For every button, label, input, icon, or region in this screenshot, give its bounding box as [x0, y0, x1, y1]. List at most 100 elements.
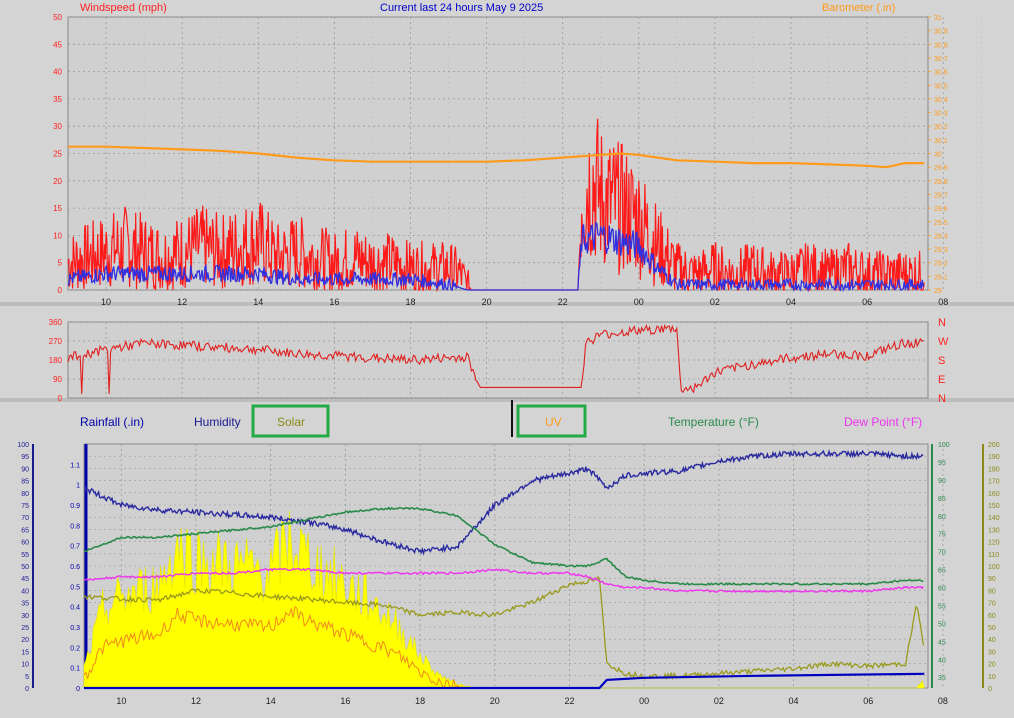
temperature-tick-label: 75	[938, 532, 946, 539]
barometer-tick-label: 29.2	[934, 261, 948, 268]
humidity-tick-label: 35	[21, 601, 29, 608]
barometer-tick-label: 30.9	[934, 29, 948, 36]
barometer-tick-label: 30.8	[934, 42, 948, 49]
x-tick-label: 20	[482, 297, 492, 307]
x-tick-label: 10	[101, 297, 111, 307]
temperature-tick-label: 55	[938, 603, 946, 610]
legend-uv: UV	[545, 415, 562, 429]
x-tick-label: 02	[710, 297, 720, 307]
legend-humidity: Humidity	[194, 415, 241, 429]
temperature-tick-label: 50	[938, 621, 946, 628]
x-tick-label: 12	[177, 297, 187, 307]
barometer-tick-label: 29.7	[934, 192, 948, 199]
humidity-tick-label: 25	[21, 625, 29, 632]
barometer-tick-label: 30.2	[934, 124, 948, 131]
x-tick-label: 08	[938, 696, 948, 706]
barometer-tick-label: 30.1	[934, 138, 948, 145]
temperature-tick-label: 90	[938, 478, 946, 485]
barometer-tick-label: 29.4	[934, 233, 948, 240]
solar-tick-label: 10	[988, 674, 996, 681]
temperature-tick-label: 100	[938, 442, 950, 449]
solar-tick-label: 120	[988, 540, 1000, 547]
x-tick-label: 16	[329, 297, 339, 307]
solar-tick-label: 180	[988, 466, 1000, 473]
x-tick-label: 06	[862, 297, 872, 307]
solar-tick-label: 110	[988, 552, 999, 559]
humidity-tick-label: 100	[17, 442, 29, 449]
humidity-tick-label: 85	[21, 479, 29, 486]
windspeed-tick-label: 20	[53, 177, 62, 186]
direction-tick-label: 90	[53, 375, 62, 384]
rainfall-tick-label: 1.1	[70, 462, 80, 469]
temperature-tick-label: 80	[938, 514, 946, 521]
temperature-tick-label: 35	[938, 675, 946, 682]
windspeed-tick-label: 30	[53, 122, 62, 131]
temperature-tick-label: 85	[938, 496, 946, 503]
compass-tick-label: E	[938, 374, 945, 386]
humidity-tick-label: 95	[21, 454, 29, 461]
windspeed-tick-label: 10	[53, 231, 62, 240]
temperature-tick-label: 95	[938, 460, 946, 467]
solar-tick-label: 130	[988, 527, 1000, 534]
rainfall-tick-label: 0.1	[70, 666, 80, 673]
barometer-tick-label: 31	[934, 15, 942, 22]
rainfall-tick-label: 0.3	[70, 625, 80, 632]
solar-tick-label: 200	[988, 442, 1000, 449]
barometer-tick-label: 30.4	[934, 97, 948, 104]
x-tick-label: 20	[490, 696, 500, 706]
solar-tick-label: 20	[988, 662, 996, 669]
x-tick-label: 02	[714, 696, 724, 706]
solar-tick-label: 90	[988, 576, 996, 583]
windspeed-tick-label: 40	[53, 68, 62, 77]
barometer-tick-label: 29	[934, 288, 942, 295]
rainfall-tick-label: 0.6	[70, 564, 80, 571]
barometer-tick-label: 30.6	[934, 70, 948, 77]
x-tick-label: 08	[938, 297, 948, 307]
humidity-tick-label: 60	[21, 540, 29, 547]
weather-dashboard: Windspeed (mph) Current last 24 hours Ma…	[0, 0, 1014, 718]
barometer-tick-label: 30.7	[934, 56, 948, 63]
humidity-tick-label: 15	[21, 649, 29, 656]
barometer-tick-label: 30	[934, 152, 942, 159]
humidity-tick-label: 70	[21, 515, 29, 522]
barometer-axis-label: Barometer (.in)	[822, 2, 895, 14]
compass-tick-label: N	[938, 393, 946, 405]
direction-tick-label: 270	[49, 337, 63, 346]
solar-tick-label: 40	[988, 637, 996, 644]
compass-tick-label: S	[938, 355, 945, 367]
humidity-tick-label: 20	[21, 637, 29, 644]
direction-tick-label: 180	[49, 356, 63, 365]
temperature-tick-label: 70	[938, 550, 946, 557]
humidity-tick-label: 80	[21, 491, 29, 498]
solar-tick-label: 50	[988, 625, 996, 632]
rainfall-tick-label: 0.8	[70, 523, 80, 530]
humidity-tick-label: 45	[21, 576, 29, 583]
humidity-tick-label: 75	[21, 503, 29, 510]
x-tick-label: 10	[116, 696, 126, 706]
solar-tick-label: 0	[988, 686, 992, 693]
windspeed-tick-label: 15	[53, 204, 62, 213]
barometer-tick-label: 29.5	[934, 220, 948, 227]
windspeed-tick-label: 50	[53, 13, 62, 22]
weather-charts: Windspeed (mph) Current last 24 hours Ma…	[0, 0, 1014, 718]
temperature-tick-label: 65	[938, 568, 946, 575]
x-tick-label: 04	[789, 696, 799, 706]
solar-tick-label: 60	[988, 613, 996, 620]
solar-tick-label: 170	[988, 479, 1000, 486]
x-tick-label: 00	[634, 297, 644, 307]
temperature-tick-label: 60	[938, 586, 946, 593]
rainfall-tick-label: 0.2	[70, 645, 80, 652]
barometer-tick-label: 29.9	[934, 165, 948, 172]
chart-panels: 051015202530354045502929.129.229.329.429…	[17, 13, 999, 706]
direction-tick-label: 0	[58, 394, 63, 403]
rainfall-tick-label: 0.9	[70, 503, 80, 510]
windspeed-tick-label: 5	[58, 259, 63, 268]
solar-tick-label: 150	[988, 503, 1000, 510]
windspeed-tick-label: 35	[53, 95, 62, 104]
humidity-tick-label: 50	[21, 564, 29, 571]
humidity-tick-label: 30	[21, 613, 29, 620]
solar-tick-label: 100	[988, 564, 1000, 571]
solar-tick-label: 80	[988, 588, 996, 595]
x-tick-label: 22	[564, 696, 574, 706]
x-tick-label: 00	[639, 696, 649, 706]
